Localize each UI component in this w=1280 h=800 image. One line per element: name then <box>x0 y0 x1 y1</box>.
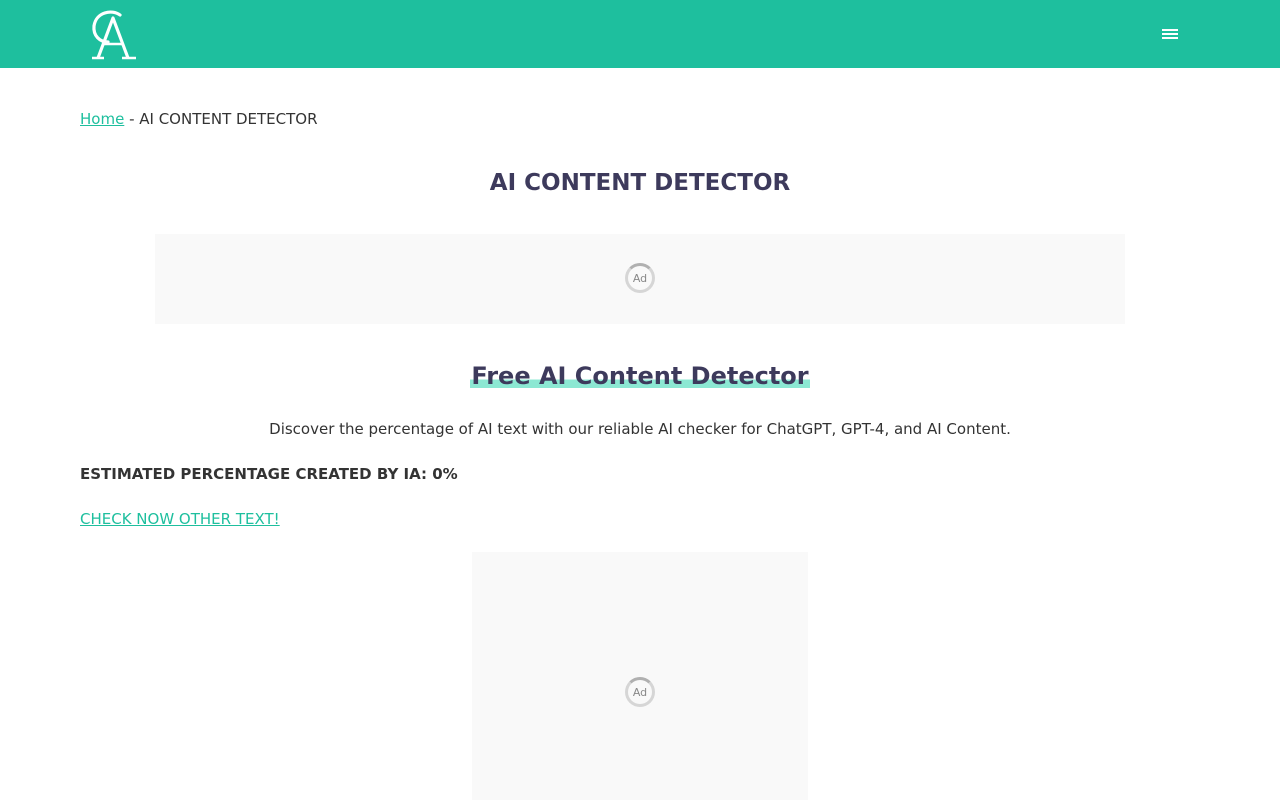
site-header <box>0 0 1280 68</box>
breadcrumb-current: AI CONTENT DETECTOR <box>139 110 318 128</box>
check-other-text-link[interactable]: CHECK NOW OTHER TEXT! <box>80 508 280 530</box>
section-heading: Free AI Content Detector <box>0 360 1280 392</box>
ad-loading-icon: Ad <box>625 677 655 707</box>
breadcrumb-home-link[interactable]: Home <box>80 110 124 128</box>
ad-loading-icon: Ad <box>625 263 655 293</box>
description-text: Discover the percentage of AI text with … <box>269 420 1011 438</box>
breadcrumb-separator: - <box>124 110 140 128</box>
menu-button[interactable] <box>1158 22 1182 46</box>
breadcrumb: Home - AI CONTENT DETECTOR <box>80 108 318 130</box>
ca-monogram-logo-icon <box>92 10 136 60</box>
ad-banner-top[interactable]: Ad <box>155 234 1125 324</box>
ai-percentage-result: ESTIMATED PERCENTAGE CREATED BY IA: 0% <box>80 465 458 483</box>
page-title: AI CONTENT DETECTOR <box>489 170 791 196</box>
site-logo[interactable] <box>86 6 142 62</box>
ad-banner-bottom[interactable]: Ad <box>472 552 808 800</box>
hamburger-menu-icon <box>1162 29 1178 39</box>
section-heading-text: Free AI Content Detector <box>470 362 810 390</box>
